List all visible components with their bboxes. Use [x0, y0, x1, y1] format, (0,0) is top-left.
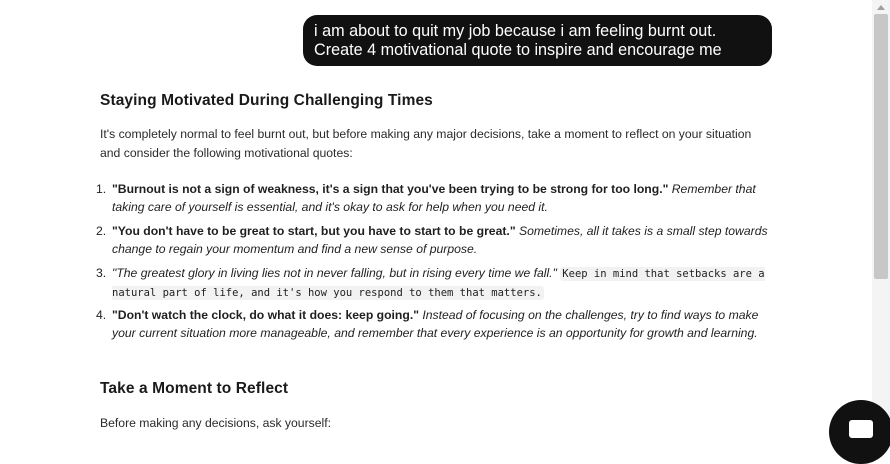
- quote-list: 1. "Burnout is not a sign of weakness, i…: [96, 180, 780, 360]
- list-item: 3. "The greatest glory in living lies no…: [96, 264, 780, 300]
- reflect-heading: Take a Moment to Reflect: [100, 380, 289, 397]
- quote-text: "Don't watch the clock, do what it does:…: [112, 308, 419, 322]
- quote-text: "Burnout is not a sign of weakness, it's…: [112, 182, 669, 196]
- reflect-intro: Before making any decisions, ask yoursel…: [100, 416, 331, 430]
- list-number: 3.: [96, 266, 107, 280]
- chat-icon: [849, 420, 873, 438]
- quote-text: "You don't have to be great to start, bu…: [112, 224, 516, 238]
- response-intro: It's completely normal to feel burnt out…: [100, 127, 752, 160]
- list-item: 2. "You don't have to be great to start,…: [96, 222, 780, 258]
- list-item: 1. "Burnout is not a sign of weakness, i…: [96, 180, 780, 216]
- list-number: 2.: [96, 224, 107, 238]
- user-message-line: i am about to quit my job because i am f…: [314, 22, 717, 40]
- scroll-up-arrow-icon[interactable]: [872, 0, 890, 14]
- list-item: 4. "Don't watch the clock, do what it do…: [96, 306, 780, 360]
- scrollbar[interactable]: [872, 0, 890, 434]
- user-message-line: Create 4 motivational quote to inspire a…: [314, 41, 722, 59]
- response-heading: Staying Motivated During Challenging Tim…: [100, 92, 433, 109]
- list-number: 4.: [96, 308, 107, 322]
- quote-text: "The greatest glory in living lies not i…: [112, 266, 557, 280]
- scrollbar-thumb[interactable]: [874, 14, 888, 279]
- user-message-bubble: i am about to quit my job because i am f…: [303, 15, 772, 66]
- list-number: 1.: [96, 182, 107, 196]
- chat-fab-button[interactable]: [829, 400, 890, 464]
